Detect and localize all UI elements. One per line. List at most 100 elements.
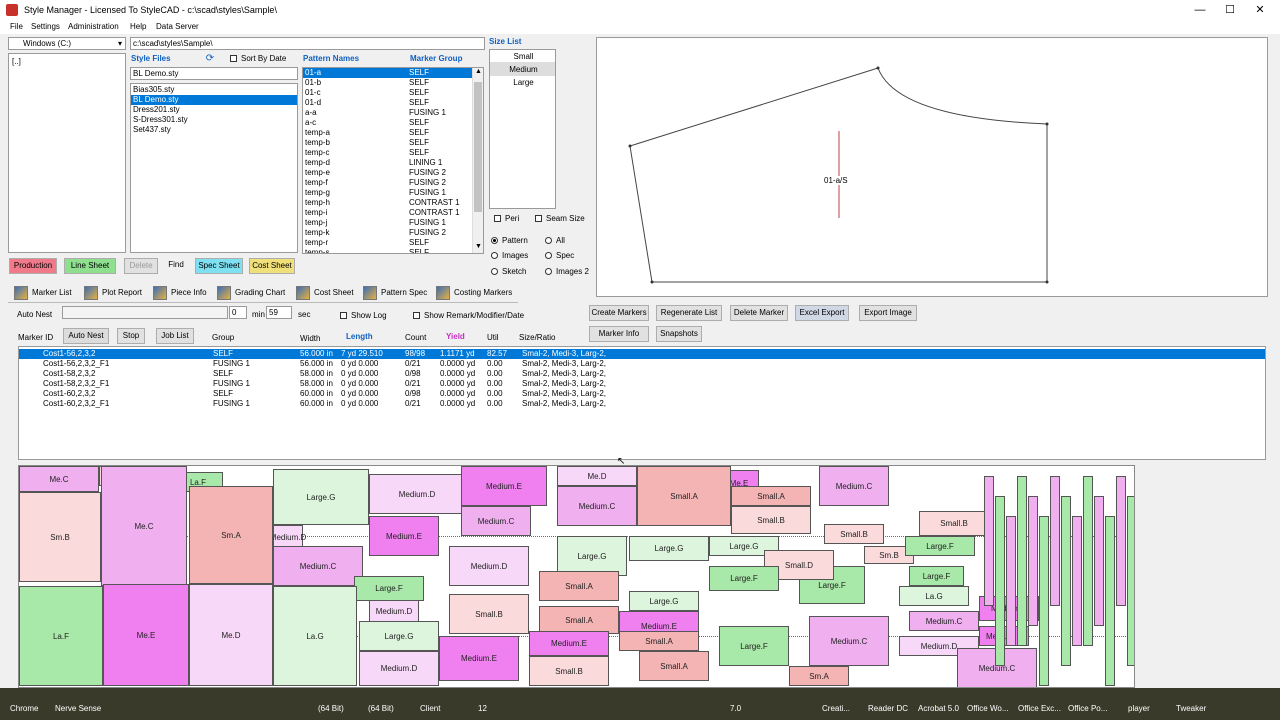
taskbar-item[interactable]: (64 Bit) <box>368 704 394 713</box>
marker-piece[interactable]: La.F <box>19 586 103 686</box>
marker-piece[interactable]: Large.F <box>905 536 975 556</box>
style-file-field[interactable]: BL Demo.sty <box>130 67 298 80</box>
pattern-row[interactable]: 01-a SELF <box>303 68 473 78</box>
table-row[interactable]: Cost1-56,2,3,2 SELF 56.000 in 7 yd 29.510 98… <box>19 349 1265 359</box>
pattern-scrollbar[interactable]: ▲ ▼ <box>472 68 483 253</box>
pattern-row[interactable]: temp-s SELF <box>303 248 473 253</box>
marker-piece[interactable]: Me.E <box>103 584 189 686</box>
delete-marker-button[interactable]: Delete Marker <box>730 305 788 321</box>
marker-piece[interactable]: Small.A <box>539 606 619 634</box>
size-list[interactable]: Small Medium Large <box>489 49 556 209</box>
peri-checkbox[interactable]: Peri <box>494 214 519 223</box>
pattern-row[interactable]: 01-d SELF <box>303 98 473 108</box>
taskbar-item[interactable]: Creati... <box>822 704 850 713</box>
marker-piece[interactable]: Small.A <box>639 651 709 681</box>
marker-piece[interactable]: Medium.D <box>449 546 529 586</box>
pattern-list[interactable]: 01-a SELF 01-b SELF 01-c SELF 01-d SELF a-a FUSIN… <box>302 67 484 254</box>
menu-help[interactable]: Help <box>130 22 146 31</box>
cost-sheet-tool[interactable]: Cost Sheet <box>296 285 354 301</box>
marker-piece[interactable]: Small.B <box>529 656 609 686</box>
marker-piece-strip[interactable] <box>1061 496 1071 666</box>
piece-info-tool[interactable]: Piece Info <box>153 285 207 301</box>
scroll-up-icon[interactable]: ▲ <box>474 68 483 75</box>
marker-piece[interactable]: Small.A <box>539 571 619 601</box>
pattern-row[interactable]: temp-r SELF <box>303 238 473 248</box>
marker-piece-strip[interactable] <box>1105 516 1115 686</box>
pattern-row[interactable]: temp-f FUSING 2 <box>303 178 473 188</box>
minimize-button[interactable]: — <box>1185 0 1215 20</box>
header-length[interactable]: Length <box>346 332 373 341</box>
find-button[interactable]: Find <box>164 258 188 274</box>
min-field[interactable]: 0 <box>229 306 247 319</box>
pattern-spec-tool[interactable]: Pattern Spec <box>363 285 427 301</box>
marker-piece-strip[interactable] <box>1072 516 1082 646</box>
delete-button[interactable]: Delete <box>124 258 158 274</box>
scroll-down-icon[interactable]: ▼ <box>474 243 483 250</box>
marker-piece-strip[interactable] <box>1094 496 1104 626</box>
pattern-row[interactable]: temp-d LINING 1 <box>303 158 473 168</box>
close-button[interactable]: ✕ <box>1245 0 1275 20</box>
marker-piece[interactable]: Me.C <box>101 466 187 586</box>
marker-piece[interactable]: Medium.D <box>359 651 439 686</box>
marker-piece[interactable]: Small.A <box>619 631 699 651</box>
sort-by-date-checkbox[interactable]: Sort By Date <box>230 54 286 63</box>
line-sheet-button[interactable]: Line Sheet <box>64 258 116 274</box>
marker-piece[interactable]: Medium.C <box>461 506 531 536</box>
marker-piece[interactable]: Small.B <box>449 594 529 634</box>
taskbar-item[interactable]: Reader DC <box>868 704 908 713</box>
marker-piece[interactable]: Medium.C <box>557 486 637 526</box>
job-list-button[interactable]: Job List <box>156 328 194 344</box>
pattern-row[interactable]: temp-i CONTRAST 1 <box>303 208 473 218</box>
list-item[interactable]: Medium <box>490 63 555 76</box>
list-item[interactable]: S-Dress301.sty <box>131 115 297 125</box>
taskbar-item[interactable]: Office Po... <box>1068 704 1107 713</box>
marker-piece[interactable]: Medium.E <box>439 636 519 681</box>
images-radio[interactable]: Images <box>491 251 528 260</box>
marker-layout[interactable]: Me.CSmall.BLa.FSm.BLarge.GMedium.DMedium… <box>18 465 1135 688</box>
grading-chart-tool[interactable]: Grading Chart <box>217 285 285 301</box>
marker-piece-strip[interactable] <box>1127 496 1134 666</box>
pattern-row[interactable]: temp-e FUSING 2 <box>303 168 473 178</box>
list-item[interactable]: Set437.sty <box>131 125 297 135</box>
marker-piece-strip[interactable] <box>1083 476 1093 646</box>
path-field[interactable]: c:\scad\styles\Sample\ <box>130 37 485 50</box>
menu-settings[interactable]: Settings <box>31 22 60 31</box>
marker-piece[interactable]: La.G <box>273 586 357 686</box>
marker-piece[interactable]: Small.B <box>824 524 884 544</box>
pattern-row[interactable]: temp-k FUSING 2 <box>303 228 473 238</box>
marker-piece[interactable]: Large.G <box>273 469 369 525</box>
style-files-list[interactable]: Bias305.sty BL Demo.sty Dress201.sty S-D… <box>130 83 298 253</box>
marker-piece-strip[interactable] <box>1039 516 1049 686</box>
marker-piece-strip[interactable] <box>984 476 994 606</box>
marker-piece[interactable]: Large.F <box>719 626 789 666</box>
drive-select[interactable]: Windows (C:) ▾ <box>8 37 126 50</box>
show-log-checkbox[interactable]: Show Log <box>340 311 387 320</box>
marker-piece-strip[interactable] <box>1028 496 1038 626</box>
marker-piece[interactable]: Medium.C <box>819 466 889 506</box>
marker-piece[interactable]: Medium.D <box>369 600 419 622</box>
pattern-row[interactable]: 01-b SELF <box>303 78 473 88</box>
taskbar-item[interactable]: 12 <box>478 704 487 713</box>
marker-piece[interactable]: Sm.A <box>189 486 273 584</box>
folder-parent[interactable]: [..] <box>12 57 122 66</box>
pattern-row[interactable]: temp-g FUSING 1 <box>303 188 473 198</box>
marker-piece[interactable]: Medium.C <box>273 546 363 586</box>
marker-piece[interactable]: Me.D <box>557 466 637 486</box>
sketch-radio[interactable]: Sketch <box>491 267 526 276</box>
images2-radio[interactable]: Images 2 <box>545 267 589 276</box>
production-button[interactable]: Production <box>9 258 57 274</box>
stop-button[interactable]: Stop <box>117 328 145 344</box>
spec-radio[interactable]: Spec <box>545 251 574 260</box>
marker-piece[interactable]: Small.B <box>919 511 989 536</box>
marker-piece[interactable]: Large.F <box>709 566 779 591</box>
pattern-row[interactable]: temp-j FUSING 1 <box>303 218 473 228</box>
marker-piece-strip[interactable] <box>1050 476 1060 606</box>
marker-list-tool[interactable]: Marker List <box>14 285 72 301</box>
taskbar-item[interactable]: player <box>1128 704 1150 713</box>
marker-piece[interactable]: Large.G <box>629 536 709 561</box>
costing-markers-tool[interactable]: Costing Markers <box>436 285 512 301</box>
marker-piece[interactable]: Small.A <box>731 486 811 506</box>
table-row[interactable]: Cost1-58,2,3,2_F1 FUSING 1 58.000 in 0 yd 0… <box>19 379 1265 389</box>
header-yield[interactable]: Yield <box>446 332 465 341</box>
pattern-row[interactable]: a-a FUSING 1 <box>303 108 473 118</box>
